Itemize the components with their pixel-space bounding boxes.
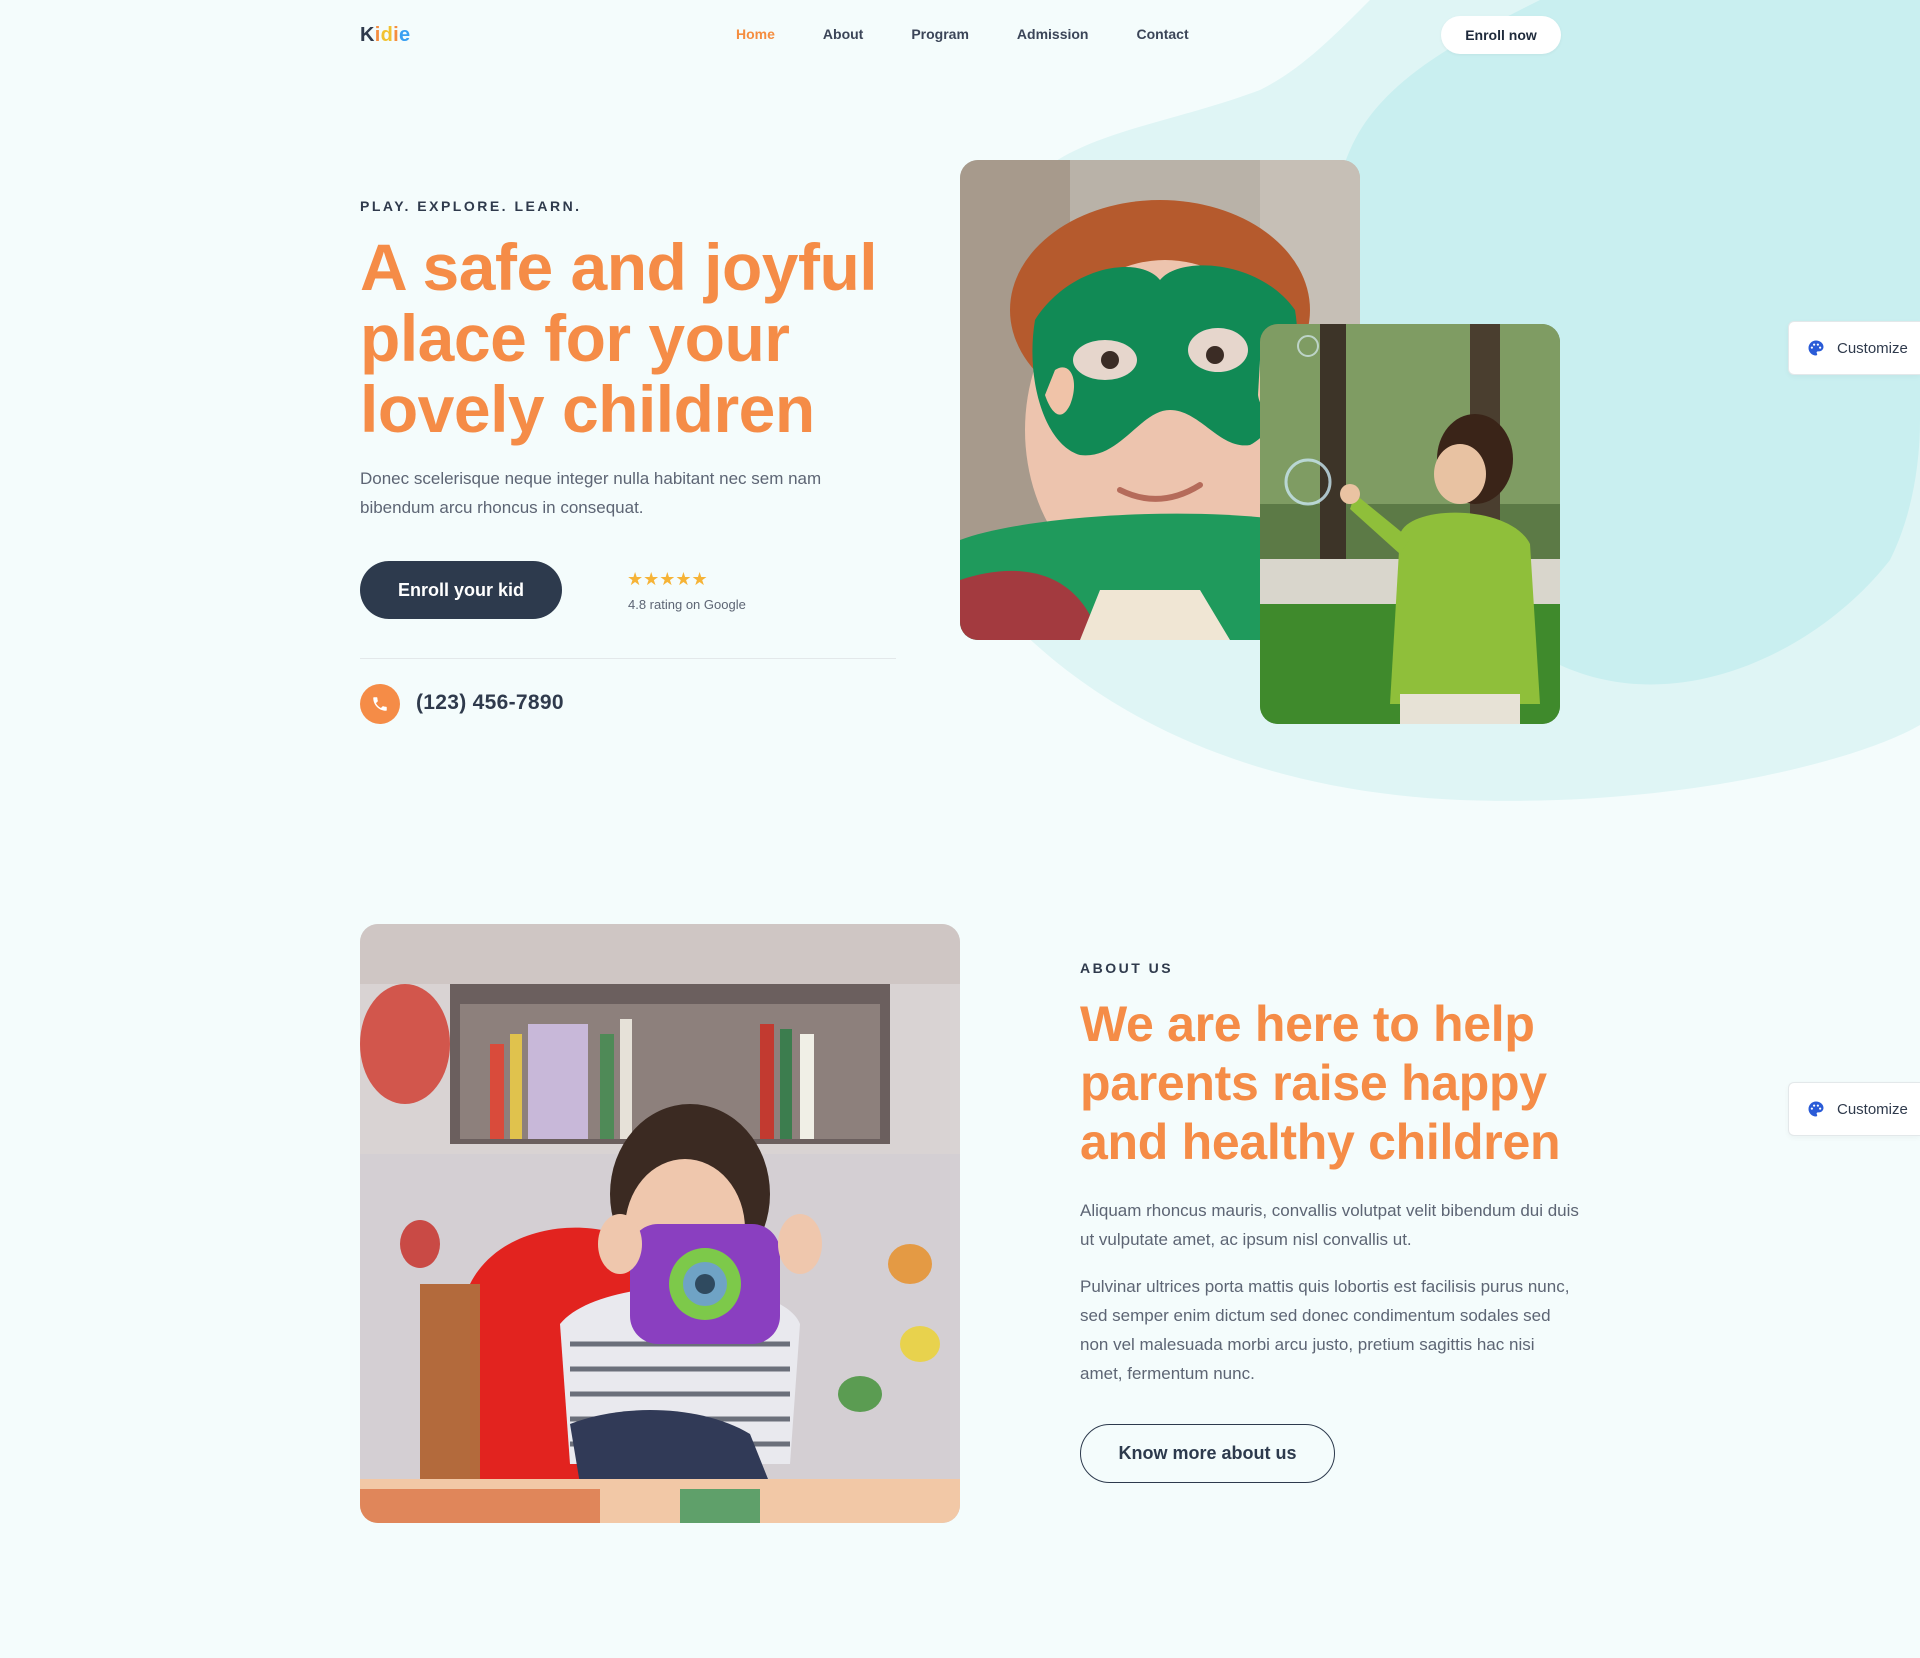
- hero-eyebrow: PLAY. EXPLORE. LEARN.: [360, 198, 582, 214]
- main-nav: Home About Program Admission Contact: [736, 26, 1189, 42]
- enroll-your-kid-button[interactable]: Enroll your kid: [360, 561, 562, 619]
- phone-icon: [360, 684, 400, 724]
- about-paragraph-2: Pulvinar ultrices porta mattis quis lobo…: [1080, 1277, 1570, 1383]
- hero-description: Donec scelerisque neque integer nulla ha…: [360, 469, 822, 517]
- phone-number[interactable]: (123) 456-7890: [416, 691, 564, 715]
- nav-item-home[interactable]: Home: [736, 26, 775, 42]
- palette-icon: [1808, 1101, 1824, 1117]
- logo-text: Kidie: [360, 24, 411, 46]
- nav-item-program[interactable]: Program: [911, 26, 969, 42]
- about-eyebrow: ABOUT US: [1080, 960, 1174, 976]
- rating-text: 4.8 rating on Google: [628, 597, 746, 612]
- about-title: We are here to help parents raise happy …: [1080, 996, 1561, 1170]
- nav-item-contact[interactable]: Contact: [1137, 26, 1189, 42]
- girl-catching-bubbles-photo: [1260, 324, 1560, 724]
- nav-item-about[interactable]: About: [823, 26, 863, 42]
- girl-with-toy-camera-photo: [360, 924, 960, 1523]
- about-paragraph-1: Aliquam rhoncus mauris, convallis volutp…: [1080, 1201, 1579, 1249]
- hero-title: A safe and joyful place for your lovely …: [360, 230, 878, 446]
- customize-label: Customize: [1837, 339, 1908, 357]
- customize-tab[interactable]: Customize: [1788, 1082, 1920, 1136]
- hero-divider: [360, 658, 896, 659]
- enroll-now-button[interactable]: Enroll now: [1441, 16, 1561, 54]
- customize-tab[interactable]: Customize: [1788, 321, 1920, 375]
- know-more-button[interactable]: Know more about us: [1080, 1424, 1335, 1483]
- customize-label: Customize: [1837, 1100, 1908, 1118]
- nav-item-admission[interactable]: Admission: [1017, 26, 1089, 42]
- rating-stars: ★★★★★: [627, 569, 708, 589]
- logo[interactable]: Kidie: [360, 24, 410, 47]
- palette-icon: [1808, 340, 1824, 356]
